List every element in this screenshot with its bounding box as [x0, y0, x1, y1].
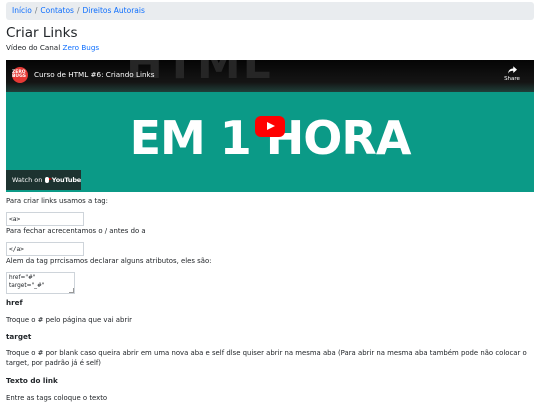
channel-avatar[interactable]: ZERO BUGS: [12, 67, 28, 83]
paragraph-target: Troque o # por blank caso queira abrir e…: [6, 349, 527, 367]
heading-href: href: [6, 298, 23, 307]
paragraph-link-text: Entre as tags coloque o texto: [6, 394, 108, 402]
channel-link[interactable]: Zero Bugs: [63, 43, 100, 52]
youtube-embed[interactable]: HTML ZERO BUGS Curso de HTML #6: Criando…: [6, 60, 534, 192]
paragraph-href: Troque o # pelo página que vai abrir: [6, 316, 132, 324]
subtitle: Vídeo do Canal Zero Bugs: [6, 43, 99, 53]
code-field-open-tag[interactable]: [6, 212, 84, 226]
youtube-logo-icon: [45, 176, 53, 184]
heading-link-text: Texto do link: [6, 376, 58, 385]
paragraph-closing: Para fechar acrecentamos o / antes do a: [6, 227, 146, 235]
paragraph-intro: Para criar links usamos a tag:: [6, 197, 108, 205]
watch-on-youtube-button[interactable]: Watch on YouTube: [6, 170, 81, 190]
youtube-wordmark: YouTube: [51, 176, 81, 184]
breadcrumb-link-direitos-autorais[interactable]: Direitos Autorais: [82, 6, 144, 15]
breadcrumb: Início / Contatos / Direitos Autorais: [6, 2, 534, 20]
play-button-icon[interactable]: [255, 116, 285, 137]
share-label: Share: [504, 76, 520, 82]
share-button[interactable]: Share: [502, 66, 522, 82]
page-title: Criar Links: [6, 25, 78, 41]
code-field-attributes[interactable]: href="#" target="_#": [6, 272, 75, 294]
paragraph-attributes: Alem da tag prrcisamos declarar alguns a…: [6, 257, 212, 265]
breadcrumb-link-inicio[interactable]: Início: [12, 6, 32, 15]
subtitle-prefix: Vídeo do Canal: [6, 43, 61, 52]
heading-target: target: [6, 332, 32, 341]
watch-on-label: Watch on: [12, 176, 43, 184]
breadcrumb-link-contatos[interactable]: Contatos: [40, 6, 74, 15]
code-field-close-tag[interactable]: [6, 242, 84, 256]
resize-grip-icon[interactable]: [69, 288, 74, 293]
video-title[interactable]: Curso de HTML #6: Criando Links: [34, 70, 154, 80]
share-icon: [507, 66, 517, 74]
